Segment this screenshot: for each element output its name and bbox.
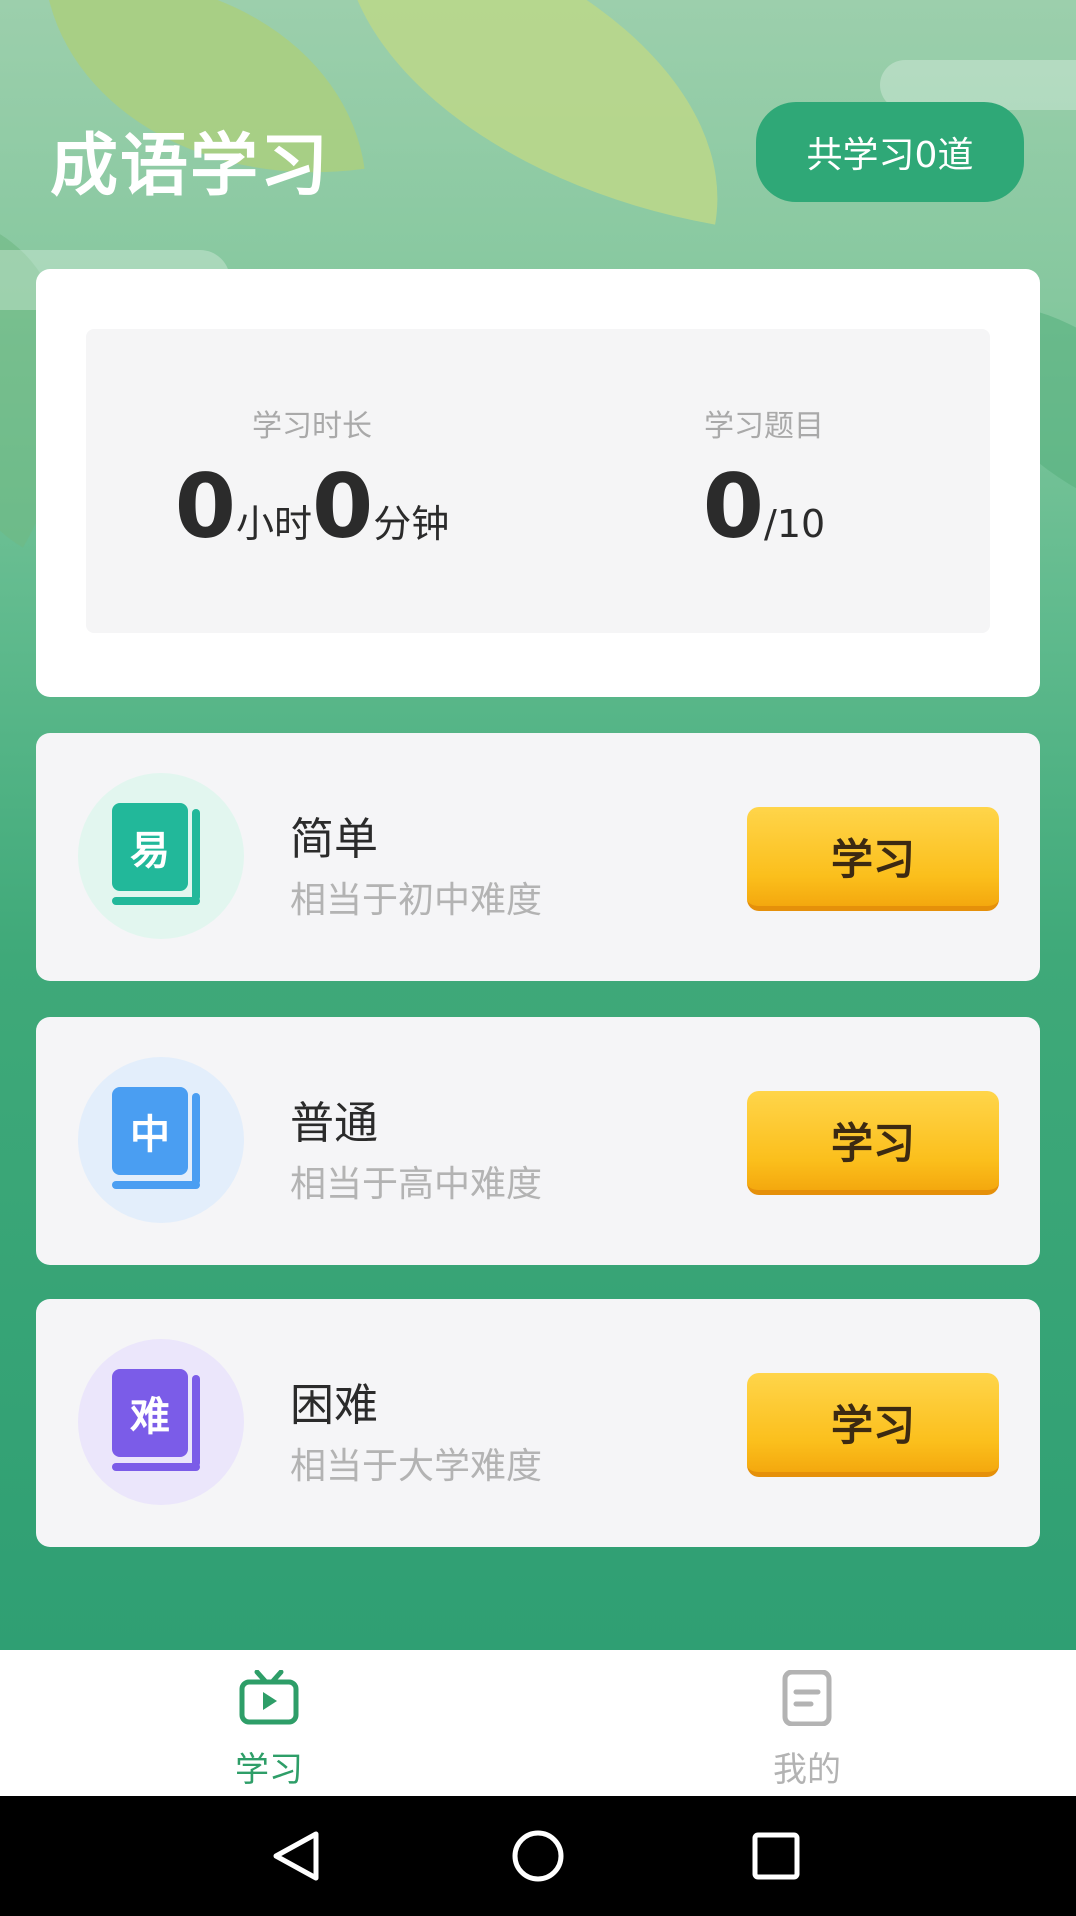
study-button-easy[interactable]: 学习 — [747, 807, 999, 911]
book-spine — [192, 1093, 200, 1185]
document-icon — [782, 1670, 832, 1726]
hours-unit: 小时 — [235, 502, 312, 546]
total-learned-badge: 共学习0道 — [756, 102, 1024, 202]
stats-card: 学习时长 0小时0分钟 学习题目 0/10 — [36, 269, 1040, 697]
level-description: 相当于高中难度 — [290, 1164, 543, 1205]
level-icon-circle: 中 — [78, 1057, 244, 1223]
study-questions-stat: 学习题目 0/10 — [538, 329, 990, 558]
study-duration-value: 0小时0分钟 — [86, 455, 538, 558]
study-button-hard[interactable]: 学习 — [747, 1373, 999, 1477]
study-duration-stat: 学习时长 0小时0分钟 — [86, 329, 538, 558]
tab-study[interactable]: 学习 — [0, 1650, 538, 1796]
level-name: 困难 — [290, 1380, 378, 1431]
back-icon[interactable] — [268, 1826, 328, 1886]
book-base — [112, 1463, 200, 1471]
book-icon: 难 — [112, 1369, 204, 1473]
level-name: 普通 — [290, 1098, 378, 1149]
book-spine — [192, 1375, 200, 1467]
tab-label: 我的 — [773, 1750, 841, 1790]
level-icon-circle: 易 — [78, 773, 244, 939]
level-badge: 难 — [112, 1369, 188, 1457]
minutes-unit: 分钟 — [373, 502, 450, 546]
book-spine — [192, 809, 200, 901]
stats-panel: 学习时长 0小时0分钟 学习题目 0/10 — [86, 329, 990, 633]
level-card-easy: 易 简单 相当于初中难度 学习 — [36, 733, 1040, 981]
questions-done: 0 — [702, 455, 765, 558]
study-questions-label: 学习题目 — [704, 409, 824, 444]
study-button-normal[interactable]: 学习 — [747, 1091, 999, 1195]
level-description: 相当于初中难度 — [290, 880, 543, 921]
level-name: 简单 — [290, 814, 378, 865]
tv-icon — [239, 1670, 299, 1725]
system-navigation-bar — [0, 1796, 1076, 1916]
book-base — [112, 1181, 200, 1189]
level-icon-circle: 难 — [78, 1339, 244, 1505]
level-badge: 易 — [112, 803, 188, 891]
tab-mine[interactable]: 我的 — [538, 1650, 1076, 1796]
hours-value: 0 — [174, 455, 236, 558]
study-questions-value: 0/10 — [538, 455, 990, 558]
level-badge: 中 — [112, 1087, 188, 1175]
page-title: 成语学习 — [50, 127, 331, 206]
leaf-decoration — [301, 0, 759, 225]
bottom-tab-bar: 学习 我的 — [0, 1650, 1076, 1796]
minutes-value: 0 — [312, 455, 374, 558]
study-duration-label: 学习时长 — [252, 409, 372, 444]
book-icon: 中 — [112, 1087, 204, 1191]
book-base — [112, 897, 200, 905]
recents-icon[interactable] — [746, 1826, 806, 1886]
level-description: 相当于大学难度 — [290, 1446, 543, 1487]
home-icon[interactable] — [508, 1826, 568, 1886]
book-icon: 易 — [112, 803, 204, 907]
level-card-hard: 难 困难 相当于大学难度 学习 — [36, 1299, 1040, 1547]
level-card-normal: 中 普通 相当于高中难度 学习 — [36, 1017, 1040, 1265]
tab-label: 学习 — [235, 1750, 303, 1790]
questions-total: /10 — [764, 502, 826, 546]
